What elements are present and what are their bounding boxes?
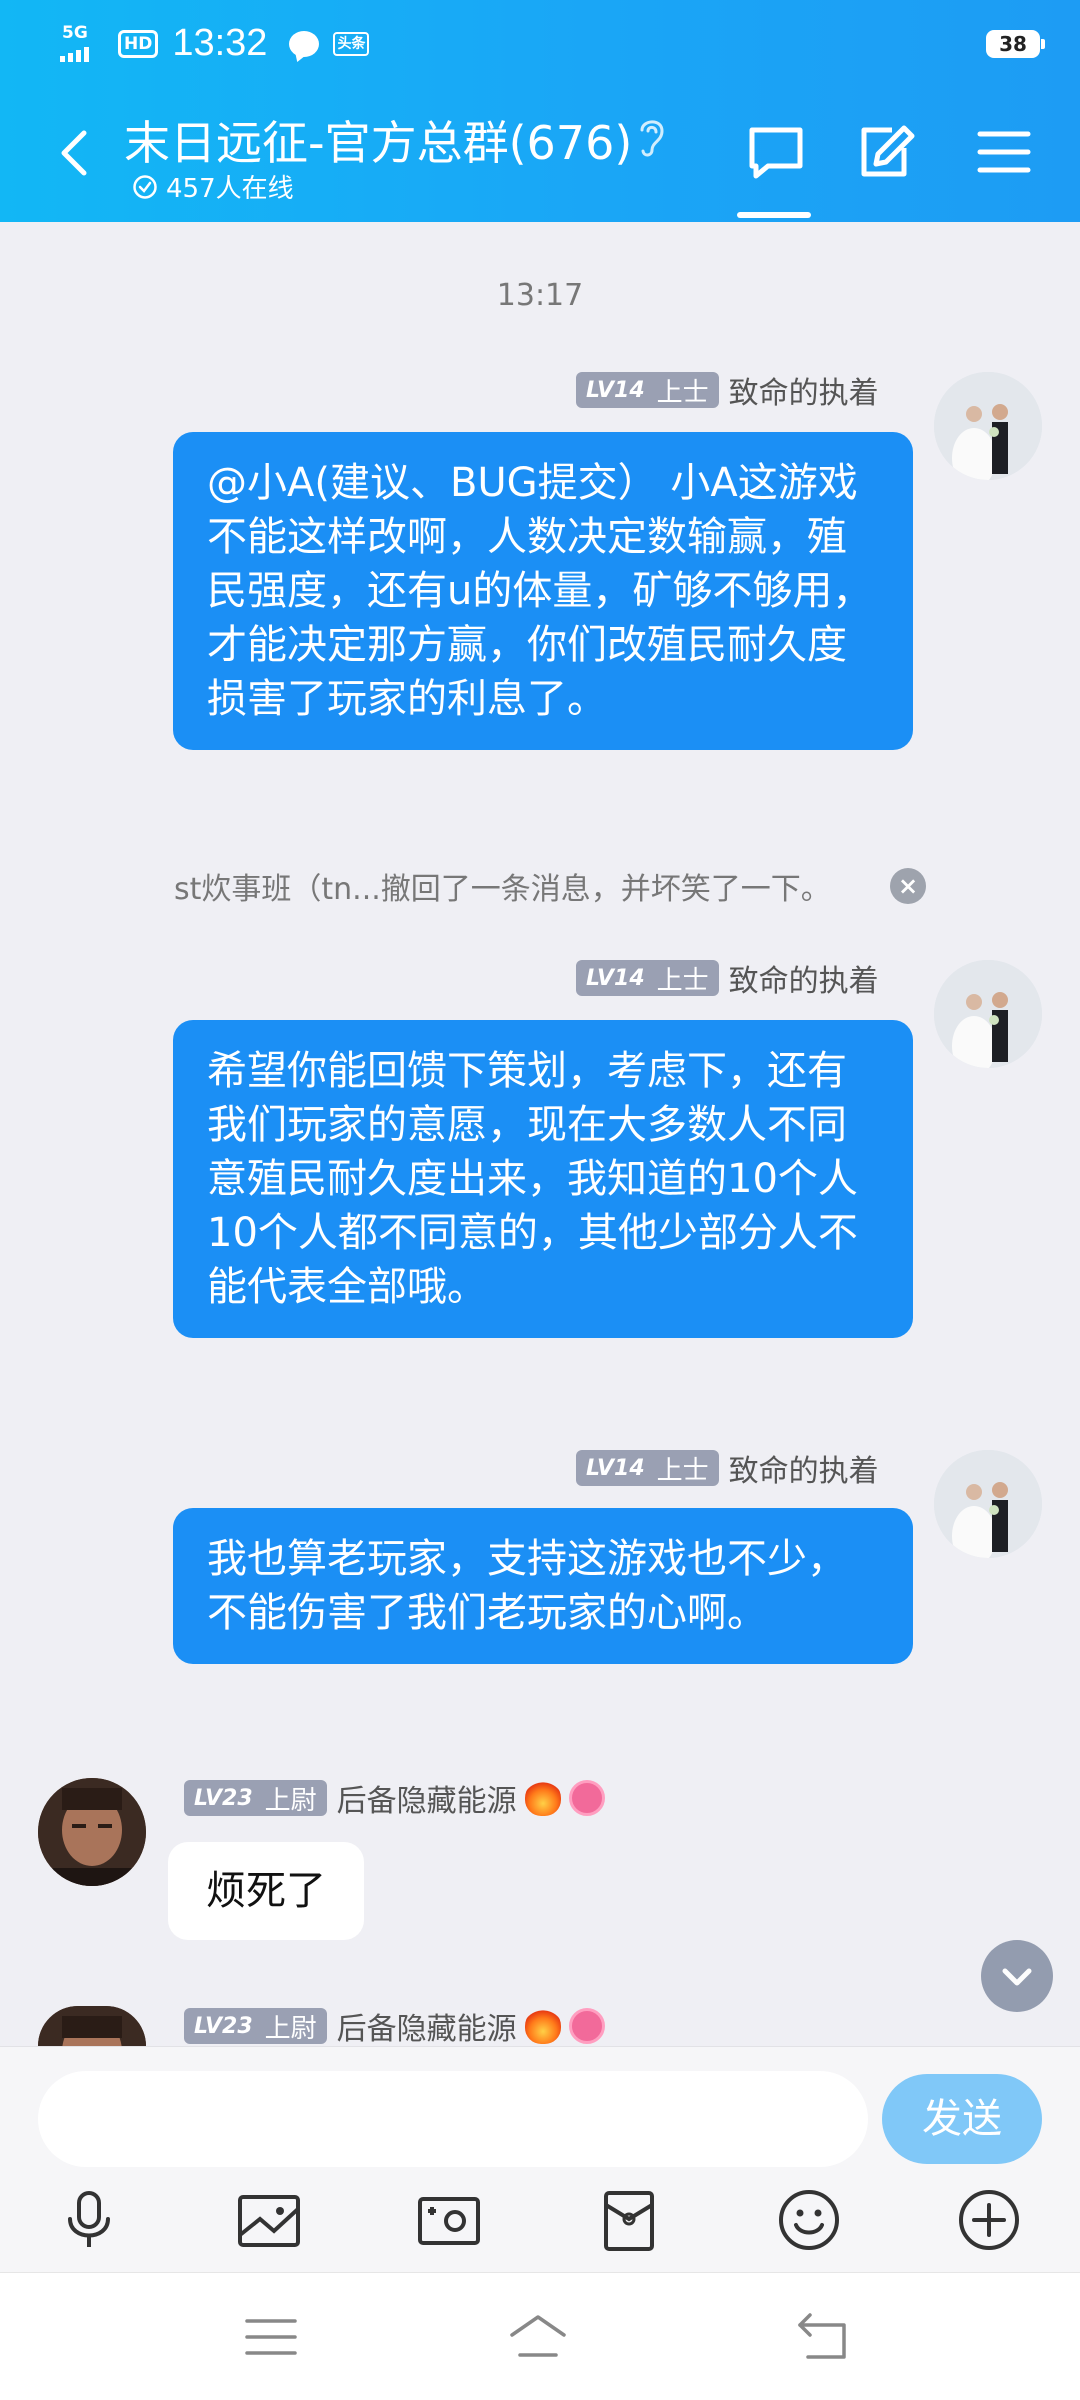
microphone-icon <box>68 2191 110 2247</box>
message-bubble[interactable]: 烦死了 <box>168 1842 364 1940</box>
sender-nameline: LV14 上士 致命的执着 <box>576 1446 879 1490</box>
level-badge: LV14 上士 <box>576 372 719 408</box>
back-arrow-icon <box>61 130 87 176</box>
home-button[interactable] <box>508 2307 568 2367</box>
chevron-down-icon <box>1002 1968 1032 1986</box>
edit-button[interactable] <box>854 120 918 184</box>
flower-icon <box>568 1780 605 1816</box>
plus-icon <box>959 2190 1019 2250</box>
rank-label: 上士 <box>656 377 709 408</box>
signal-icon: 5G <box>60 22 110 63</box>
level-label: LV23 <box>194 1785 253 1811</box>
check-circle-icon <box>133 174 157 199</box>
rank-label: 上尉 <box>264 1785 317 1816</box>
red-packet-icon <box>604 2191 654 2251</box>
camera-icon <box>418 2197 480 2245</box>
level-badge: LV14 上士 <box>576 1450 719 1486</box>
rank-label: 上士 <box>656 1455 709 1486</box>
avatar[interactable] <box>934 372 1042 480</box>
sender-name[interactable]: 后备隐藏能源 <box>337 2004 517 2048</box>
active-tab-indicator <box>737 212 811 218</box>
level-label: LV14 <box>586 965 645 991</box>
chat-header: 5G HD 13:32 头条 38 末日远征-官方总群(676) 457人在线 <box>0 0 1080 222</box>
toutiao-notification-icon: 头条 <box>333 31 370 56</box>
sender-name[interactable]: 致命的执着 <box>729 956 879 1000</box>
sender-nameline: LV23 上尉 后备隐藏能源 <box>184 2004 605 2048</box>
image-icon <box>238 2195 300 2247</box>
edit-icon <box>861 125 915 177</box>
fire-icon <box>524 2008 561 2044</box>
message-notification-icon <box>289 30 320 57</box>
message-bubble[interactable]: @小A(建议、BUG提交） 小A这游戏不能这样改啊，人数决定数输赢，殖民强度，还… <box>173 432 913 750</box>
level-label: LV14 <box>586 1455 645 1481</box>
sender-nameline: LV14 上士 致命的执着 <box>576 956 879 1000</box>
more-button[interactable] <box>954 2185 1024 2255</box>
back-button[interactable] <box>54 128 94 178</box>
image-button[interactable] <box>234 2185 304 2255</box>
message-input[interactable] <box>38 2071 868 2167</box>
wedding-photo-avatar <box>934 372 1042 480</box>
group-title[interactable]: 末日远征-官方总群(676) <box>124 107 632 173</box>
online-label: 457人在线 <box>166 174 294 204</box>
close-icon[interactable]: × <box>890 868 926 904</box>
message-bubble[interactable]: 希望你能回馈下策划，考虑下，还有我们玩家的意愿，现在大多数人不同意殖民耐久度出来… <box>173 1020 913 1338</box>
fire-icon <box>524 1780 561 1816</box>
avatar[interactable] <box>934 1450 1042 1558</box>
message-bubble[interactable]: 我也算老玩家，支持这游戏也不少，不能伤害了我们老玩家的心啊。 <box>173 1508 913 1664</box>
avatar[interactable] <box>38 1778 146 1886</box>
back-icon <box>798 2313 846 2359</box>
menu-icon <box>977 131 1031 173</box>
battery-icon: 38 <box>986 30 1045 58</box>
send-button[interactable]: 发送 <box>882 2074 1042 2164</box>
level-label: LV14 <box>586 377 645 403</box>
chat-tab-button[interactable] <box>744 120 808 184</box>
home-icon <box>510 2315 566 2357</box>
sender-name[interactable]: 致命的执着 <box>729 368 879 412</box>
more-menu-button[interactable] <box>972 120 1036 184</box>
sender-nameline: LV14 上士 致命的执着 <box>576 368 879 412</box>
recent-apps-button[interactable] <box>241 2307 301 2367</box>
voice-button[interactable] <box>54 2185 124 2255</box>
rank-label: 上尉 <box>264 2013 317 2044</box>
network-type: 5G <box>62 22 88 43</box>
sender-nameline: LV23 上尉 后备隐藏能源 <box>184 1776 605 1820</box>
wedding-photo-avatar <box>934 960 1042 1068</box>
sender-name[interactable]: 致命的执着 <box>729 1446 879 1490</box>
portrait-avatar <box>38 1778 146 1886</box>
portrait-avatar <box>38 2006 146 2046</box>
online-count: 457人在线 <box>132 168 294 205</box>
input-area: 发送 <box>0 2046 1080 2272</box>
status-bar: 5G HD 13:32 头条 38 <box>0 0 1080 84</box>
avatar[interactable] <box>934 960 1042 1068</box>
avatar[interactable] <box>38 2006 146 2046</box>
sender-name[interactable]: 后备隐藏能源 <box>337 1776 517 1820</box>
status-time: 13:32 <box>172 22 268 64</box>
emoji-button[interactable] <box>774 2185 844 2255</box>
flower-icon <box>568 2008 605 2044</box>
level-badge: LV14 上士 <box>576 960 719 996</box>
red-packet-button[interactable] <box>594 2185 664 2255</box>
system-nav-bar <box>0 2272 1080 2400</box>
level-badge: LV23 上尉 <box>184 1780 327 1816</box>
scroll-to-bottom-button[interactable] <box>981 1940 1053 2012</box>
time-divider: 13:17 <box>496 278 584 313</box>
hd-icon: HD <box>118 29 159 58</box>
chat-bubble-icon <box>749 127 803 179</box>
emoji-icon <box>779 2190 839 2250</box>
back-nav-button[interactable] <box>794 2307 854 2367</box>
rank-label: 上士 <box>656 965 709 996</box>
camera-button[interactable] <box>414 2185 484 2255</box>
recall-notice: st炊事班（tn...撤回了一条消息，并坏笑了一下。 <box>174 872 831 907</box>
menu-icon <box>245 2319 297 2355</box>
wedding-photo-avatar <box>934 1450 1042 1558</box>
level-badge: LV23 上尉 <box>184 2008 327 2044</box>
level-label: LV23 <box>194 2013 253 2039</box>
ear-icon[interactable] <box>634 114 670 160</box>
